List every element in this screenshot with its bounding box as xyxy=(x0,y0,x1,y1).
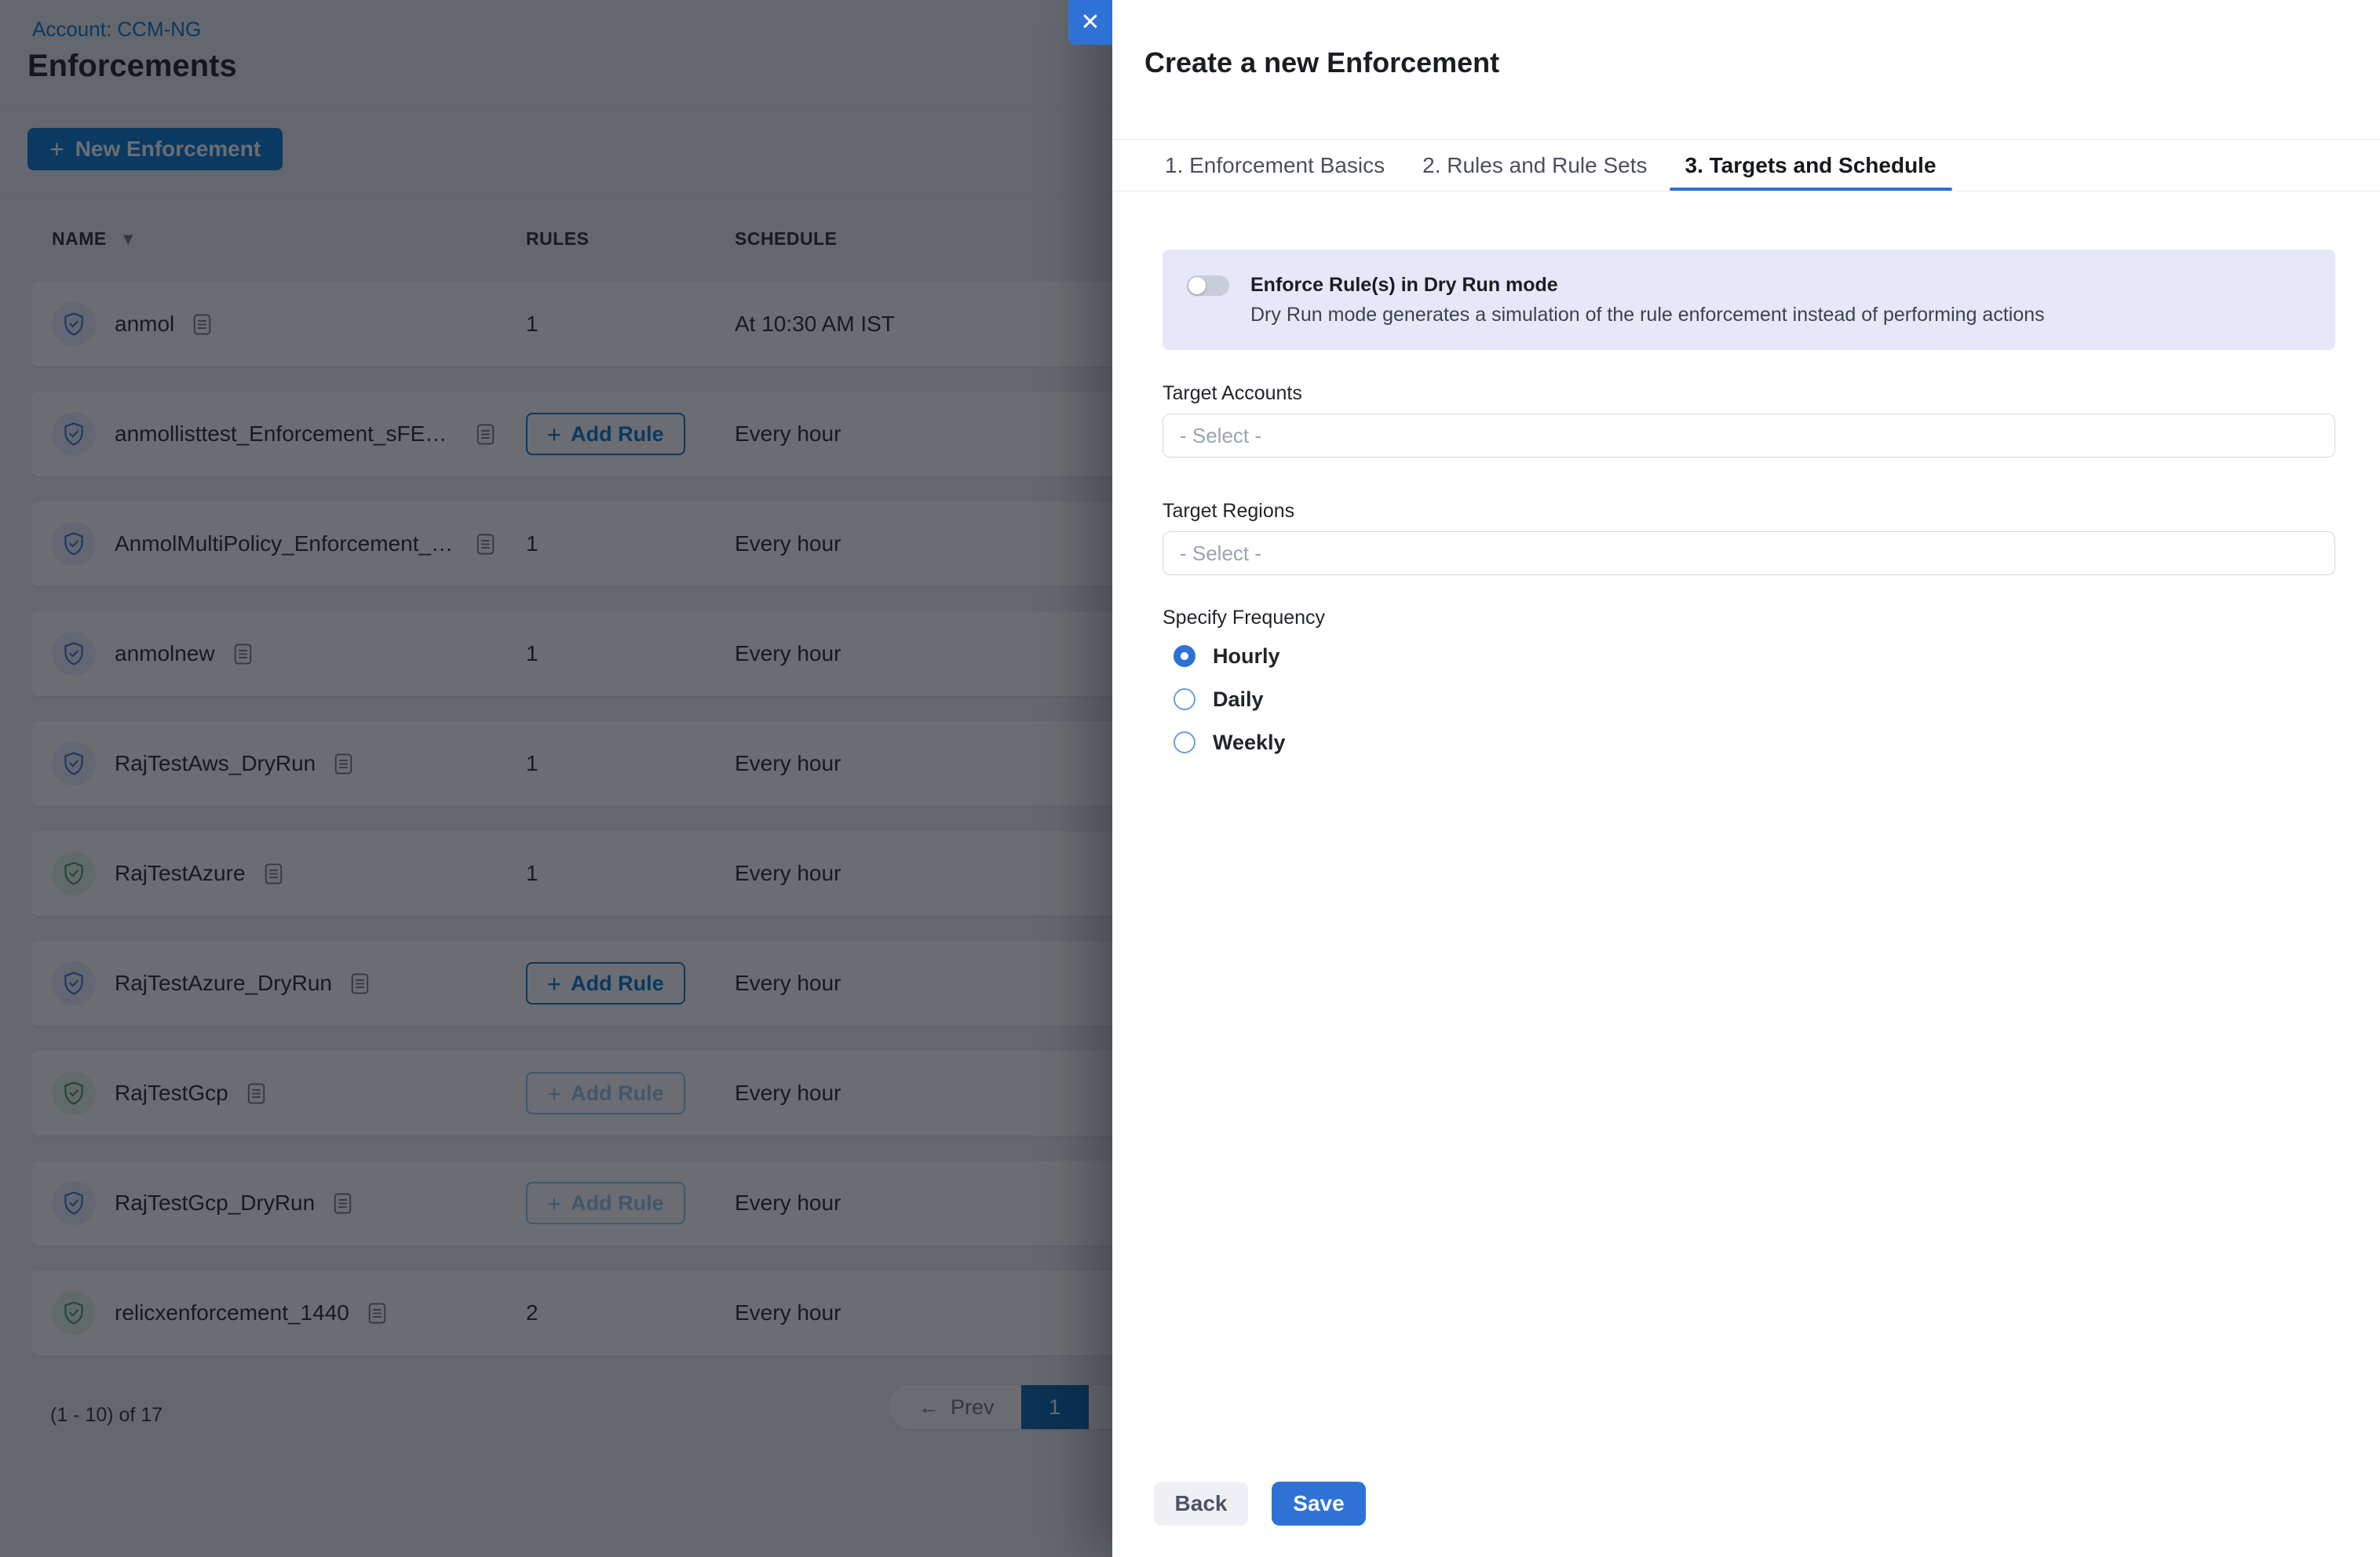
radio-icon[interactable] xyxy=(1174,645,1195,667)
drawer-body: Enforce Rule(s) in Dry Run mode Dry Run … xyxy=(1112,191,2380,754)
target-accounts-label: Target Accounts xyxy=(1163,381,2335,405)
target-regions-field: Target Regions xyxy=(1163,499,2335,575)
target-regions-label: Target Regions xyxy=(1163,499,2335,523)
radio-option-weekly[interactable]: Weekly xyxy=(1163,731,2335,754)
target-accounts-select[interactable] xyxy=(1163,414,2335,458)
tab-2-rules-and-rule-sets[interactable]: 2. Rules and Rule Sets xyxy=(1407,140,1663,191)
toggle-knob xyxy=(1188,277,1206,294)
dry-run-toggle[interactable] xyxy=(1187,275,1229,296)
tab-3-targets-and-schedule[interactable]: 3. Targets and Schedule xyxy=(1670,140,1952,191)
dry-run-description: Dry Run mode generates a simulation of t… xyxy=(1250,303,2045,326)
wizard-tabs: 1. Enforcement Basics2. Rules and Rule S… xyxy=(1112,139,2380,191)
radio-option-hourly[interactable]: Hourly xyxy=(1163,644,2335,668)
tab-1-enforcement-basics[interactable]: 1. Enforcement Basics xyxy=(1149,140,1400,191)
back-button[interactable]: Back xyxy=(1154,1482,1248,1526)
radio-label: Weekly xyxy=(1213,731,1286,755)
radio-label: Hourly xyxy=(1213,644,1280,669)
close-icon[interactable]: ✕ xyxy=(1068,0,1112,45)
dry-run-title: Enforce Rule(s) in Dry Run mode xyxy=(1250,273,2045,297)
radio-label: Daily xyxy=(1213,687,1264,712)
frequency-options: Hourly Daily Weekly xyxy=(1163,644,2335,754)
radio-icon[interactable] xyxy=(1174,731,1195,753)
save-button[interactable]: Save xyxy=(1272,1482,1366,1526)
target-regions-select[interactable] xyxy=(1163,531,2335,575)
frequency-label: Specify Frequency xyxy=(1163,606,2335,629)
create-enforcement-drawer: ✕ Create a new Enforcement 1. Enforcemen… xyxy=(1112,0,2380,1557)
drawer-footer: Back Save xyxy=(1154,1482,1366,1526)
target-accounts-field: Target Accounts xyxy=(1163,381,2335,458)
dry-run-banner: Enforce Rule(s) in Dry Run mode Dry Run … xyxy=(1163,250,2335,350)
drawer-title: Create a new Enforcement xyxy=(1112,0,2380,80)
app-screen: Account: CCM-NG Enforcements + New Enfor… xyxy=(0,0,2380,1557)
radio-icon[interactable] xyxy=(1174,688,1195,710)
radio-option-daily[interactable]: Daily xyxy=(1163,687,2335,711)
